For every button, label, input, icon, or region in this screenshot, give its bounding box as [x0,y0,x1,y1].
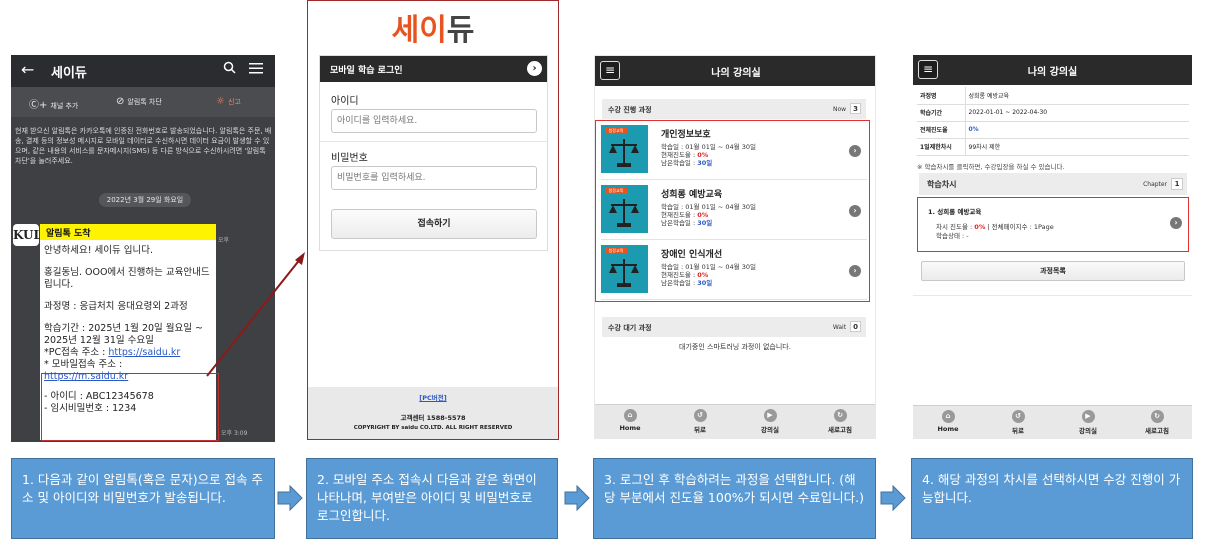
search-icon[interactable] [223,61,236,78]
date-divider: 2022년 3월 29일 화요일 [99,193,191,207]
greeting-text: 안녕하세요! 세이듀 입니다. [44,245,154,256]
nav-classroom[interactable]: ▶ 강의실 [735,409,805,434]
login-header: 모바일 학습 로그인 › [320,56,547,82]
block-icon: ⊘ [116,96,125,107]
home-icon: ⌂ [941,410,955,423]
pc-version-link[interactable]: [PC버전] [308,392,558,402]
nav-refresh[interactable]: ↻ 새로고침 [805,409,875,434]
block-alimtalk-button[interactable]: ⊘ 알림톡 차단 [116,96,162,107]
intro-text: 홍길동님. OOO에서 진행하는 교육안내드립니다. [44,267,210,290]
nav-classroom[interactable]: ▶ 강의실 [1053,410,1123,435]
video-icon: ▶ [763,409,777,422]
step-3-box: 3. 로그인 후 학습하려는 과정을 선택합니다. (해당 부분에서 진도율 1… [593,458,876,539]
chapter-note: ※ 학습차시를 클릭하면, 수강입장을 하실 수 있습니다. [917,163,1065,171]
step-4-box: 4. 해당 과정의 차시를 선택하시면 수강 진행이 가능합니다. [911,458,1193,539]
chevron-right-icon[interactable]: › [1170,217,1182,229]
nav-home[interactable]: ⌂ Home [595,409,665,432]
nav-back[interactable]: ↺ 뒤로 [665,409,735,434]
wait-count: Wait 0 [833,321,861,332]
nav-back[interactable]: ↺ 뒤로 [983,410,1053,435]
kakao-topbar: ← 세이듀 [11,55,275,87]
next-arrow-icon [880,484,906,512]
table-row: 1일제한차시 99차시 제한 [917,138,1189,156]
nav-refresh[interactable]: ↻ 새로고침 [1122,410,1192,435]
copyright: COPYRIGHT BY saidu CO.LTD. ALL RIGHT RES… [353,425,513,431]
pointer-arrow-icon [206,252,305,377]
chapter-header: 학습차시 Chapter 1 [919,173,1187,195]
refresh-icon: ↻ [833,409,847,422]
period-text: 학습기간 : 2025년 1월 20일 월요일 ~ 2025년 12월 31일 … [44,323,203,346]
brand-logo: 세이듀 [391,13,475,48]
nav-home[interactable]: ⌂ Home [913,410,983,433]
chapter-title: 1. 성희롱 예방교육 [928,208,982,216]
back-icon: ↺ [693,409,707,422]
chevron-right-icon[interactable]: › [527,61,542,76]
page-title: 나의 강의실 [1027,67,1078,78]
next-arrow-icon [277,484,303,512]
table-row: 학습기간 2022-01-01 ~ 2022-04-30 [917,104,1189,122]
chat-actions: Ⓒ+ 채널 추가 ⊘ 알림톡 차단 ☼ 신고 [11,87,275,117]
menu-icon[interactable] [249,60,263,78]
my-classroom-screen: ≡ 나의 강의실 수강 진행 과정 Now 3 법정교육 개인정보보호 학습일 … [594,55,876,439]
refresh-icon: ↻ [1150,410,1164,423]
next-arrow-icon [564,484,590,512]
sender-logo: KUL [13,224,42,246]
message-time-bottom: 오후 3:09 [221,430,248,437]
course-list-button[interactable]: 과정목록 [921,261,1185,281]
kakaotalk-screen: ← 세이듀 Ⓒ+ 채널 추가 ⊘ 알림톡 차단 ☼ 신고 현재 받으신 알림톡은 카카… [11,55,275,442]
divider [320,141,547,142]
course-text: 과정명 : 응급처치 응대요령외 2과정 [44,301,188,312]
table-row: 전체진도율 0% [917,121,1189,139]
back-arrow-icon[interactable]: ← [21,60,34,79]
bottom-nav: ⌂ Home ↺ 뒤로 ▶ 강의실 ↻ 새로고침 [595,404,875,438]
divider [913,295,1192,296]
chapter-item[interactable]: 1. 성희롱 예방교육 차시 진도율 : 0% | 전체페이지수 : 1Page… [917,197,1189,252]
chapter-status: 학습상태 : - [936,232,969,240]
chapter-count: Chapter 1 [1143,178,1183,190]
highlight-box [41,373,219,441]
alimtalk-notice: 현재 받으신 알림톡은 카카오톡에 인증된 전화번호로 발송되었습니다. 알림톡… [15,127,272,165]
id-input[interactable] [331,109,537,133]
bubble-header: 알림톡 도착 [40,224,216,240]
id-label: 아이디 [331,96,359,107]
mobile-url-label: * 모바일접속 주소 : [44,359,123,370]
bottom-nav: ⌂ Home ↺ 뒤로 ▶ 강의실 ↻ 새로고침 [913,405,1192,439]
back-icon: ↺ [1011,410,1025,423]
waiting-empty-text: 대기중인 스마트러닝 과정이 없습니다. [679,343,791,351]
now-count: Now 3 [833,103,861,114]
step-1-box: 1. 다음과 같이 알림톡(혹은 문자)으로 접속 주소 및 아이디와 비밀번호… [11,458,275,539]
pc-url-line: *PC접속 주소 : https://saidu.kr [44,347,181,358]
mobile-login-screen: 세이듀 모바일 학습 로그인 › 아이디 비밀번호 접속하기 [PC버전] 고객… [307,0,559,440]
course-info-table: 과정명 성희롱 예방교육 학습기간 2022-01-01 ~ 2022-04-30 … [917,87,1189,156]
step-2-box: 2. 모바일 주소 접속시 다음과 같은 화면이 나타나며, 부여받은 아이디 … [306,458,558,539]
login-footer: [PC버전] 고객센터 1588-5578 COPYRIGHT BY saidu… [308,387,558,439]
waiting-header: 수강 대기 과정 Wait 0 [602,317,866,337]
message-time: 오후 [218,237,230,244]
course-detail-screen: ≡ 나의 강의실 과정명 성희롱 예방교육 학습기간 2022-01-01 ~ 20… [913,55,1192,439]
channel-add-icon: Ⓒ+ [29,100,48,111]
highlight-box [595,120,870,302]
in-progress-header: 수강 진행 과정 Now 3 [602,99,866,119]
chat-title: 세이듀 [51,66,87,81]
video-icon: ▶ [1081,410,1095,423]
password-input[interactable] [331,166,537,190]
pc-url-link[interactable]: https://saidu.kr [108,347,180,358]
page-title: 나의 강의실 [711,68,761,79]
password-label: 비밀번호 [331,153,368,164]
app-header: ≡ 나의 강의실 [595,56,875,86]
login-button[interactable]: 접속하기 [331,209,537,239]
add-channel-button[interactable]: Ⓒ+ 채널 추가 [29,96,78,111]
home-icon: ⌂ [623,409,637,422]
app-header: ≡ 나의 강의실 [913,55,1192,85]
report-button[interactable]: ☼ 신고 [216,96,241,107]
login-form: 모바일 학습 로그인 › 아이디 비밀번호 접속하기 [319,55,548,251]
siren-icon: ☼ [216,96,225,107]
customer-center: 고객센터 1588-5578 [400,414,466,422]
table-row: 과정명 성희롱 예방교육 [917,87,1189,105]
